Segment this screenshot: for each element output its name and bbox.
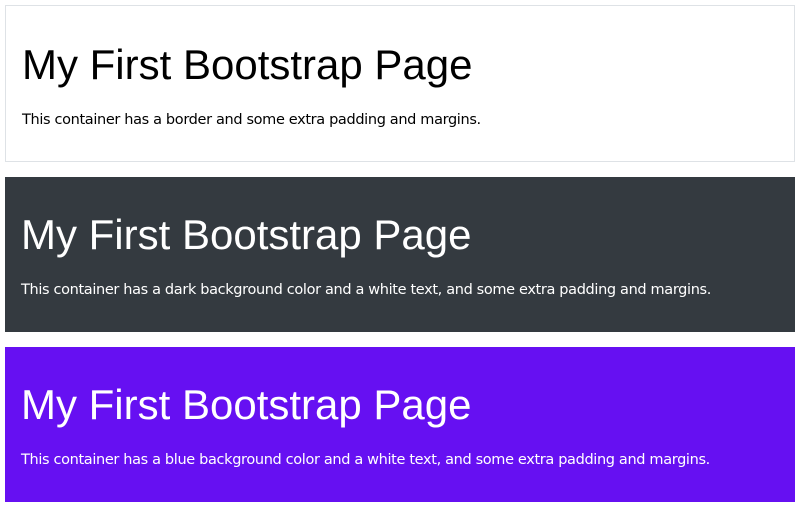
container-description: This container has a border and some ext… bbox=[22, 112, 481, 128]
page-title: My First Bootstrap Page bbox=[21, 211, 472, 258]
page-title: My First Bootstrap Page bbox=[22, 41, 473, 88]
dark-container: My First Bootstrap Page This container h… bbox=[5, 177, 795, 332]
container-description: This container has a dark background col… bbox=[21, 282, 712, 298]
bordered-container: My First Bootstrap Page This container h… bbox=[5, 5, 795, 162]
container-description: This container has a blue background col… bbox=[21, 452, 710, 468]
page: My First Bootstrap Page This container h… bbox=[0, 0, 803, 506]
blue-container: My First Bootstrap Page This container h… bbox=[5, 347, 795, 502]
page-title: My First Bootstrap Page bbox=[21, 381, 472, 428]
